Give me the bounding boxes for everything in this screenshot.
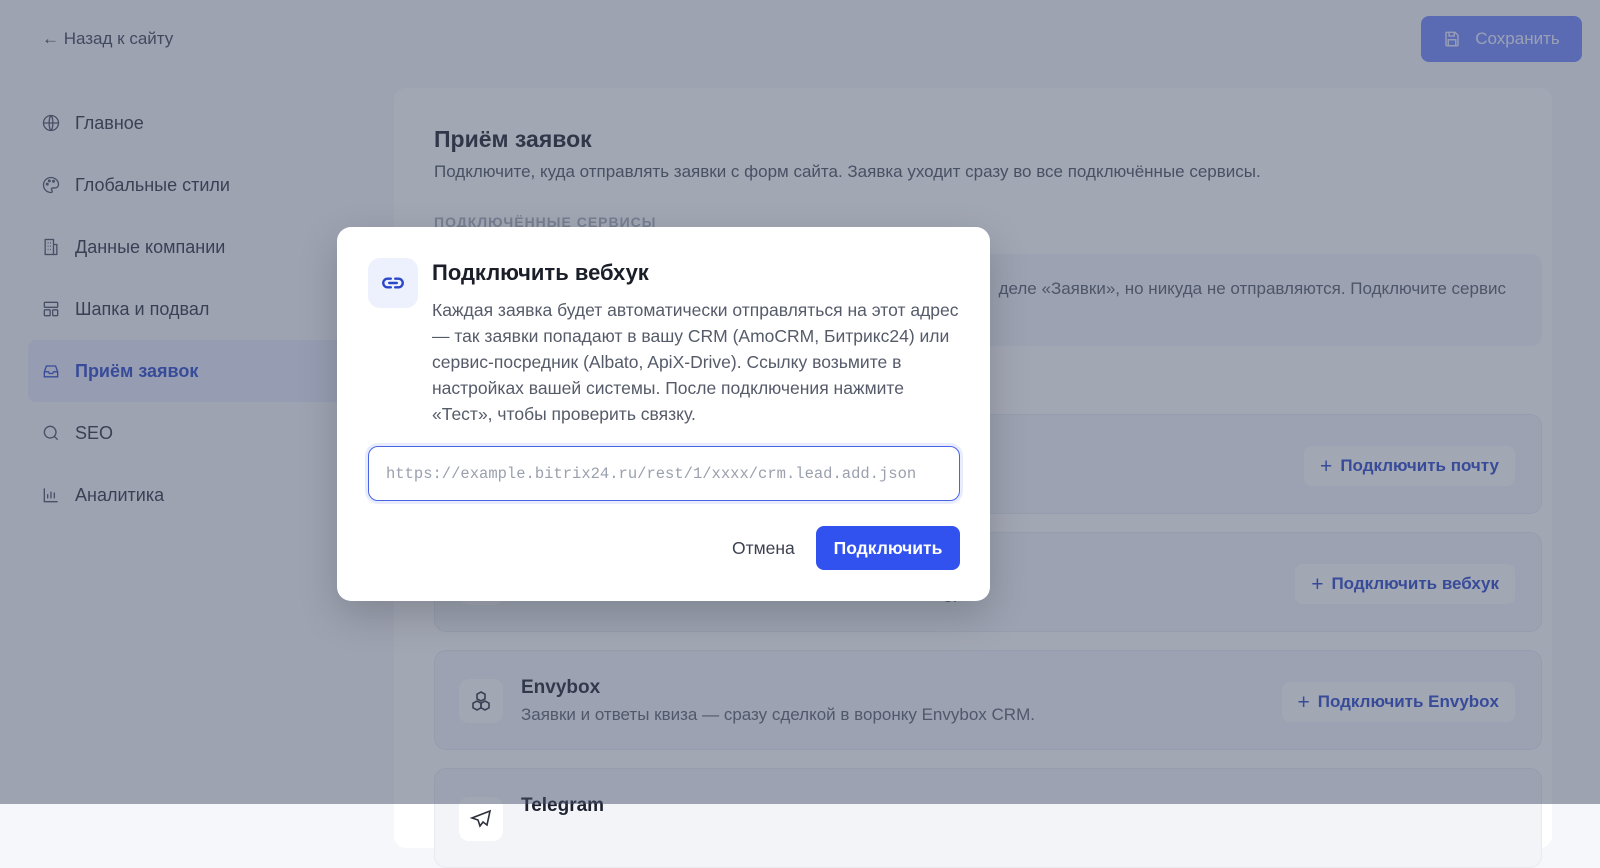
link-icon xyxy=(382,277,404,289)
connect-button[interactable]: Подключить xyxy=(816,526,960,570)
modal-title: Подключить вебхук xyxy=(432,260,649,285)
app-root: ← Назад к сайту Сохранить Главное Глобал… xyxy=(0,0,1600,868)
modal-description: Каждая заявка будет автоматически отправ… xyxy=(432,300,959,424)
send-icon xyxy=(469,809,492,828)
cancel-button[interactable]: Отмена xyxy=(712,526,815,570)
webhook-url-input[interactable] xyxy=(368,446,960,501)
webhook-modal: Подключить вебхук Каждая заявка будет ав… xyxy=(337,227,990,601)
modal-icon-box xyxy=(368,258,418,308)
